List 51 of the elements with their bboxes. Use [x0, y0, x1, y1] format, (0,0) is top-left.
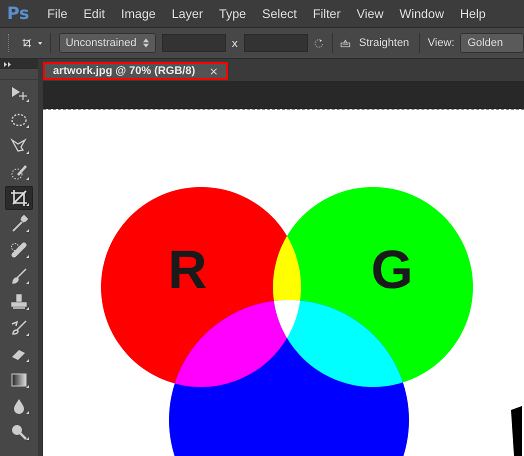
- corner-triangle-icon: [26, 411, 29, 414]
- menu-item[interactable]: File: [39, 6, 76, 20]
- quick-select-icon: [10, 163, 28, 181]
- corner-triangle-icon: [26, 333, 29, 336]
- corner-triangle-icon: [26, 203, 29, 206]
- crop-icon: [10, 189, 28, 207]
- eyedropper-icon: [10, 215, 28, 233]
- move-icon: [10, 85, 28, 103]
- document-tab[interactable]: artwork.jpg @ 70% (RGB/8) ×: [43, 62, 228, 80]
- marquee-icon: [10, 111, 28, 129]
- menu-item[interactable]: Image: [112, 6, 164, 20]
- menu-item[interactable]: View: [348, 6, 392, 20]
- gradient-icon: [10, 371, 28, 389]
- corner-triangle-icon: [26, 255, 29, 258]
- menu-item[interactable]: Select: [254, 6, 305, 20]
- corner-triangle-icon: [26, 99, 29, 102]
- caret-icon[interactable]: [38, 40, 42, 46]
- corner-triangle-icon: [26, 385, 29, 388]
- updown-arrows-icon: [142, 38, 149, 48]
- dodge-icon: [10, 423, 28, 441]
- corner-triangle-icon: [26, 177, 29, 180]
- view-dropdown[interactable]: Golden: [460, 33, 524, 53]
- corner-triangle-icon: [26, 359, 29, 362]
- artwork-label: G: [371, 243, 414, 297]
- ratio-dropdown[interactable]: Unconstrained: [58, 33, 156, 53]
- menu-item[interactable]: Edit: [75, 6, 113, 20]
- corner-triangle-icon: [26, 125, 29, 128]
- menu-item[interactable]: Layer: [164, 6, 212, 20]
- corner-triangle-icon: [26, 281, 29, 284]
- straighten-button[interactable]: Straighten: [357, 37, 412, 49]
- view-label: View:: [428, 37, 454, 49]
- artwork-label: R: [168, 243, 207, 297]
- menu-item[interactable]: Window: [392, 6, 452, 20]
- corner-triangle-icon: [26, 151, 29, 154]
- close-tab-button[interactable]: ×: [209, 64, 218, 78]
- app-logo: Ps: [7, 4, 30, 24]
- healing-icon: [10, 241, 28, 259]
- menu-item[interactable]: Type: [211, 6, 254, 20]
- corner-triangle-icon: [26, 437, 29, 440]
- expand-icon[interactable]: [4, 62, 12, 66]
- corner-triangle-icon: [26, 229, 29, 232]
- crop-tool[interactable]: [5, 186, 33, 210]
- menu-item[interactable]: Filter: [304, 6, 349, 20]
- width-field[interactable]: [162, 34, 226, 52]
- times-label: x: [232, 36, 238, 50]
- stamp-icon: [10, 293, 28, 311]
- corner-triangle-icon: [26, 307, 29, 310]
- history-brush-icon: [10, 319, 28, 337]
- height-field[interactable]: [244, 34, 308, 52]
- menu-item[interactable]: Help: [452, 6, 494, 20]
- brush-icon: [10, 267, 28, 285]
